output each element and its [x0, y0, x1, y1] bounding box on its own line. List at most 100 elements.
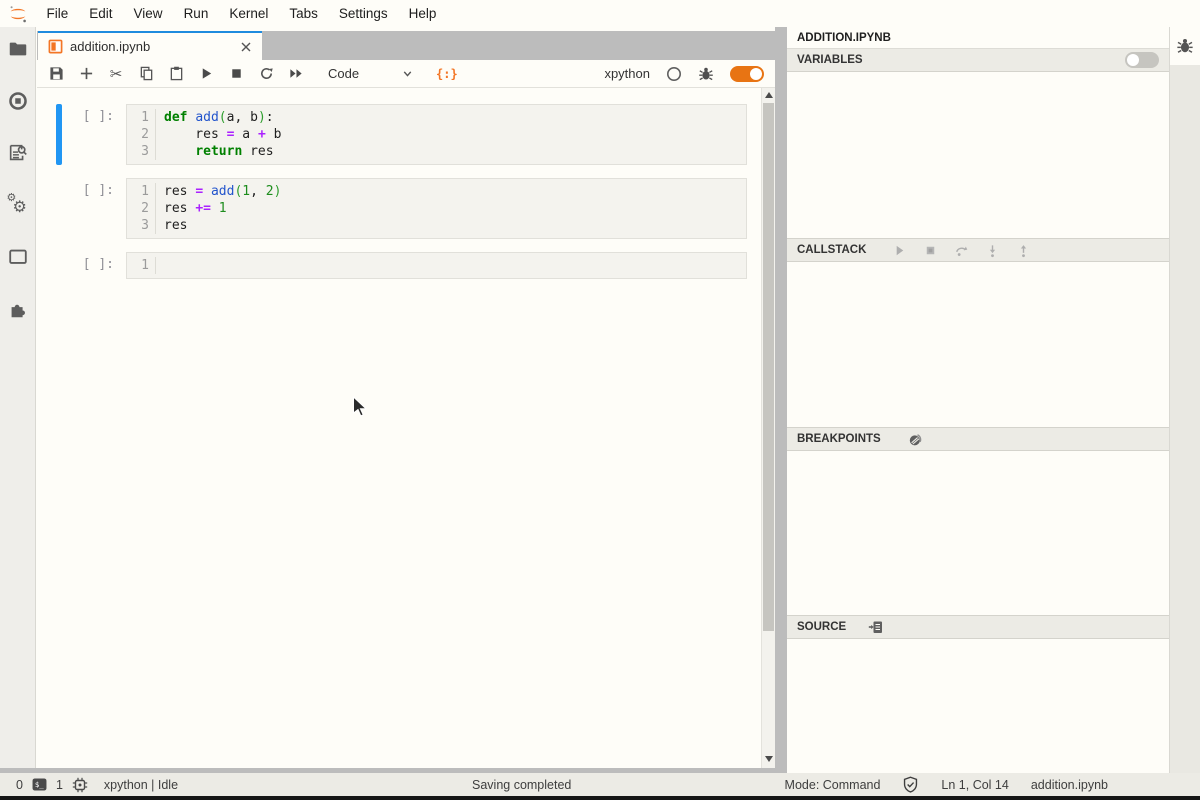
- code-line: 1: [127, 257, 746, 274]
- kernel-chip-icon: [72, 777, 88, 793]
- run-all-button[interactable]: [288, 66, 304, 82]
- code-line: 3 return res: [127, 143, 746, 160]
- tab-bar: addition.ipynb: [37, 27, 775, 60]
- bug-icon[interactable]: [698, 66, 714, 82]
- notebook-cells: [ ]:1def add(a, b):2 res = a + b3 return…: [37, 88, 761, 768]
- svg-text:$_: $_: [35, 780, 44, 789]
- paste-button[interactable]: [168, 66, 184, 82]
- variables-label: VARIABLES: [797, 54, 863, 66]
- cursor-position-indicator[interactable]: Ln 1, Col 14: [941, 778, 1008, 792]
- debugger-panel-title: ADDITION.IPYNB: [787, 27, 1169, 49]
- running-kernels-icon[interactable]: [7, 90, 29, 112]
- menu-item-edit[interactable]: Edit: [79, 6, 123, 21]
- source-label: SOURCE: [797, 621, 846, 633]
- panel-divider[interactable]: [775, 27, 787, 773]
- menu-bar-items: FileEditViewRunKernelTabsSettingsHelp: [36, 5, 447, 23]
- insert-cell-button[interactable]: [78, 66, 94, 82]
- code-line: 2res += 1: [127, 200, 746, 217]
- notebook-area: [ ]:1def add(a, b):2 res = a + b3 return…: [37, 88, 775, 768]
- close-icon[interactable]: [240, 41, 252, 53]
- menu-item-help[interactable]: Help: [398, 6, 447, 21]
- save-status-message: Saving completed: [472, 778, 571, 792]
- right-sidebar: [1170, 27, 1200, 773]
- scrollbar-thumb[interactable]: [763, 103, 774, 631]
- open-tabs-icon[interactable]: [7, 246, 29, 268]
- trust-shield-icon[interactable]: [902, 776, 919, 793]
- menu-item-view[interactable]: View: [123, 6, 173, 21]
- file-browser-icon[interactable]: [7, 38, 29, 60]
- debugger-bug-icon: [1176, 37, 1194, 55]
- scroll-down-arrow-icon[interactable]: [765, 756, 773, 762]
- menu-item-settings[interactable]: Settings: [328, 6, 398, 21]
- cell-editor[interactable]: 1: [126, 252, 747, 279]
- extensions-icon[interactable]: [7, 298, 29, 320]
- line-number: 1: [127, 109, 156, 126]
- line-number: 2: [127, 126, 156, 143]
- menu-item-tabs[interactable]: Tabs: [279, 6, 329, 21]
- cell-type-select[interactable]: Code: [328, 66, 414, 81]
- jupyter-logo-icon: [0, 3, 36, 25]
- left-sidebar: ⚙ ⚙: [0, 27, 36, 773]
- cell-editor[interactable]: 1def add(a, b):2 res = a + b3 return res: [126, 104, 747, 165]
- line-number: 3: [127, 143, 156, 160]
- step-out-button[interactable]: [1016, 243, 1031, 258]
- tab-addition-ipynb[interactable]: addition.ipynb: [38, 31, 262, 60]
- debugger-panel: ADDITION.IPYNB VARIABLES CALLSTACK BREAK…: [787, 27, 1170, 773]
- running-sessions-status[interactable]: 0 $_ 1: [16, 777, 88, 793]
- close-all-breakpoints-icon[interactable]: [907, 431, 924, 448]
- command-mode-indicator[interactable]: Mode: Command: [785, 778, 881, 792]
- kernel-name-label[interactable]: xpython: [604, 66, 650, 81]
- format-code-button[interactable]: {:}: [436, 67, 458, 81]
- active-filename: addition.ipynb: [1031, 778, 1108, 792]
- code-line: 1def add(a, b):: [127, 109, 746, 126]
- line-number: 1: [127, 183, 156, 200]
- source-section-header[interactable]: SOURCE: [787, 616, 1169, 639]
- variables-body: [787, 72, 1169, 239]
- callstack-body: [787, 262, 1169, 428]
- kernel-status-text[interactable]: xpython | Idle: [104, 778, 178, 792]
- menu-item-run[interactable]: Run: [173, 6, 219, 21]
- kernel-status-circle-icon[interactable]: [666, 66, 682, 82]
- copy-button[interactable]: [138, 66, 154, 82]
- line-number: 2: [127, 200, 156, 217]
- step-in-button[interactable]: [985, 243, 1000, 258]
- cell-prompt: [ ]:: [62, 104, 126, 165]
- breakpoints-label: BREAKPOINTS: [797, 433, 881, 445]
- chevron-down-icon: [401, 67, 414, 80]
- cut-button[interactable]: ✂: [108, 66, 124, 82]
- notebook-cell[interactable]: [ ]:1def add(a, b):2 res = a + b3 return…: [56, 104, 747, 165]
- debugger-tab[interactable]: [1170, 27, 1200, 65]
- inspector-icon[interactable]: [7, 142, 29, 164]
- code-line: 1res = add(1, 2): [127, 183, 746, 200]
- save-button[interactable]: [48, 66, 64, 82]
- breakpoints-body: [787, 451, 1169, 616]
- notebook-scrollbar[interactable]: [761, 88, 775, 768]
- callstack-section-header[interactable]: CALLSTACK: [787, 239, 1169, 262]
- kernel-count: 1: [56, 778, 63, 792]
- notebook-cell[interactable]: [ ]:1res = add(1, 2)2res += 13res: [56, 178, 747, 239]
- notebook-toolbar: ✂ Code {:} xpython: [37, 60, 775, 88]
- continue-button[interactable]: [892, 243, 907, 258]
- source-body: [787, 639, 1169, 773]
- toolbar-toggle-on[interactable]: [730, 66, 764, 82]
- open-source-icon[interactable]: [868, 619, 884, 635]
- restart-kernel-button[interactable]: [258, 66, 274, 82]
- run-button[interactable]: [198, 66, 214, 82]
- terminate-button[interactable]: [923, 243, 938, 258]
- menu-item-file[interactable]: File: [36, 6, 79, 21]
- scroll-up-arrow-icon[interactable]: [765, 92, 773, 98]
- menu-item-kernel[interactable]: Kernel: [219, 6, 279, 21]
- step-over-button[interactable]: [954, 243, 969, 258]
- variables-section-header[interactable]: VARIABLES: [787, 49, 1169, 72]
- status-bar: 0 $_ 1 xpython | Idle Saving completed M…: [0, 773, 1200, 796]
- notebook-cell[interactable]: [ ]:1: [56, 252, 747, 279]
- code-line: 3res: [127, 217, 746, 234]
- code-line: 2 res = a + b: [127, 126, 746, 143]
- cell-editor[interactable]: 1res = add(1, 2)2res += 13res: [126, 178, 747, 239]
- breakpoints-section-header[interactable]: BREAKPOINTS: [787, 428, 1169, 451]
- property-inspector-gears-icon[interactable]: ⚙ ⚙: [7, 194, 29, 216]
- stop-button[interactable]: [228, 66, 244, 82]
- terminal-count: 0: [16, 778, 23, 792]
- cell-type-value: Code: [328, 66, 359, 81]
- variables-toggle-off[interactable]: [1125, 52, 1159, 68]
